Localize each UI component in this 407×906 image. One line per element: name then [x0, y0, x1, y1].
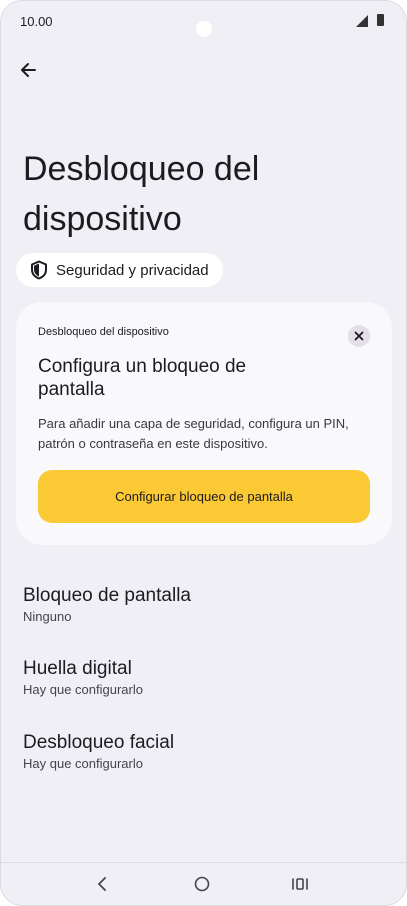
shield-icon — [31, 260, 47, 280]
nav-home-button[interactable] — [187, 871, 217, 897]
configure-screen-lock-button[interactable]: Configurar bloqueo de pantalla — [38, 470, 370, 523]
phone-screen: 10.00 Desbloqueo del dispositivo Segurid… — [0, 0, 407, 906]
signal-icon — [356, 15, 368, 27]
home-circle-icon — [194, 876, 210, 892]
list-item-fingerprint[interactable]: Huella digital Hay que configurarlo — [23, 657, 383, 699]
chevron-left-icon — [98, 877, 106, 891]
list-item-screen-lock[interactable]: Bloqueo de pantalla Ninguno — [23, 584, 383, 626]
status-bar: 10.00 — [1, 1, 406, 41]
list-item-subtitle: Ninguno — [23, 609, 72, 624]
list-item-title: Desbloqueo facial — [23, 732, 175, 753]
card-description: Para añadir una capa de seguridad, confi… — [38, 416, 349, 451]
breadcrumb-label: Seguridad y privacidad — [56, 261, 209, 279]
list-item-title: Huella digital — [23, 658, 132, 679]
list-item-face-unlock[interactable]: Desbloqueo facial Hay que configurarlo — [23, 731, 383, 773]
front-camera — [196, 21, 212, 37]
list-item-title: Bloqueo de pantalla — [23, 585, 191, 606]
page-title: Desbloqueo del dispositivo — [23, 150, 260, 238]
battery-icon — [377, 14, 384, 26]
navigation-bar — [1, 862, 406, 905]
status-time: 10.00 — [20, 14, 53, 29]
recents-icon — [292, 878, 308, 890]
back-button[interactable] — [13, 55, 43, 85]
nav-back-button[interactable] — [87, 871, 117, 897]
arrow-left-icon — [21, 63, 36, 77]
list-item-subtitle: Hay que configurarlo — [23, 756, 143, 771]
setup-lock-card: Desbloqueo del dispositivo Configura un … — [16, 302, 392, 545]
card-small-title: Desbloqueo del dispositivo — [38, 326, 169, 338]
nav-recents-button[interactable] — [285, 871, 315, 897]
breadcrumb-chip[interactable]: Seguridad y privacidad — [16, 253, 223, 287]
list-item-subtitle: Hay que configurarlo — [23, 682, 143, 697]
dismiss-card-button[interactable] — [348, 325, 370, 347]
card-title: Configura un bloqueo de pantalla — [38, 356, 247, 400]
close-icon — [354, 331, 364, 341]
